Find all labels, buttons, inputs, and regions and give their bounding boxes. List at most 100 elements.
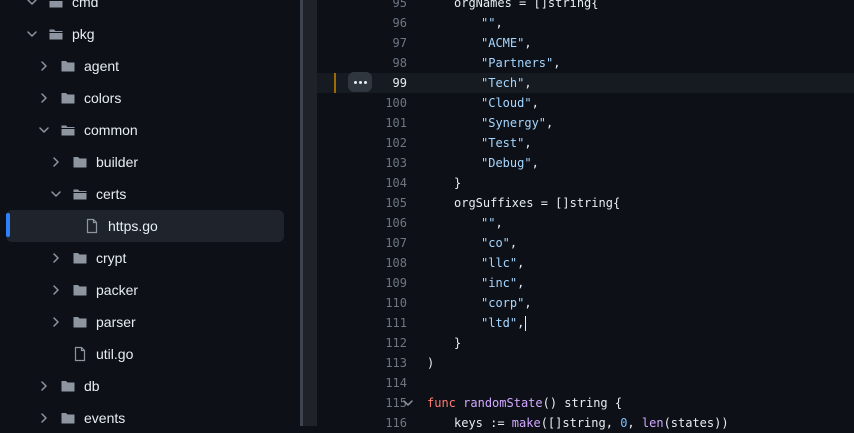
chevron-down-icon[interactable] xyxy=(24,0,40,10)
chevron-right-icon[interactable] xyxy=(36,410,52,426)
fold-chevron-icon[interactable] xyxy=(402,397,414,409)
line-number: 97 xyxy=(392,36,407,50)
code-line[interactable]: 97 "ACME", xyxy=(317,33,854,53)
tree-file-item[interactable]: https.go xyxy=(6,210,284,242)
line-number: 113 xyxy=(385,356,407,370)
code-text: orgSuffixes = []string{ xyxy=(454,196,621,210)
code-line[interactable]: 100 "Cloud", xyxy=(317,93,854,113)
code-line[interactable]: 96 "", xyxy=(317,13,854,33)
tree-item-label: builder xyxy=(96,154,139,170)
code-text: "", xyxy=(481,216,503,230)
line-number: 114 xyxy=(385,376,407,390)
tree-item-label: common xyxy=(84,122,138,138)
tree-item-label: certs xyxy=(96,186,127,202)
chevron-right-icon[interactable] xyxy=(48,282,64,298)
code-line[interactable]: 110 "corp", xyxy=(317,293,854,313)
chevron-down-icon[interactable] xyxy=(48,186,64,202)
tree-folder-item[interactable]: agent xyxy=(0,50,284,82)
file-tree: cmd pkg agent colors common builder certs https… xyxy=(0,0,300,426)
code-line[interactable]: 104} xyxy=(317,173,854,193)
tree-folder-item[interactable]: builder xyxy=(0,146,284,178)
code-line[interactable]: 107 "co", xyxy=(317,233,854,253)
code-text: func randomState() string { xyxy=(427,396,623,410)
file-icon xyxy=(84,218,100,234)
tree-folder-item[interactable]: packer xyxy=(0,274,284,306)
chevron-right-icon[interactable] xyxy=(48,314,64,330)
tree-item-label: https.go xyxy=(108,218,158,234)
folder-icon xyxy=(60,410,76,426)
code-line[interactable]: 99 "Tech", xyxy=(317,73,854,93)
tree-folder-item[interactable]: colors xyxy=(0,82,284,114)
folder-icon xyxy=(60,90,76,106)
line-number: 112 xyxy=(385,336,407,350)
folder-icon xyxy=(60,378,76,394)
editor-gutter-separator xyxy=(303,0,317,426)
chevron-right-icon[interactable] xyxy=(36,378,52,394)
code-text: "ACME", xyxy=(481,36,532,50)
tree-folder-item[interactable]: events xyxy=(0,402,284,426)
code-line[interactable]: 116 keys := make([]string, 0, len(states)… xyxy=(317,413,854,433)
chevron-right-icon[interactable] xyxy=(36,58,52,74)
tree-item-label: db xyxy=(84,378,100,394)
selection-indicator xyxy=(6,213,10,237)
line-actions-button[interactable] xyxy=(348,72,372,92)
tree-folder-item[interactable]: crypt xyxy=(0,242,284,274)
text-caret xyxy=(525,315,527,331)
tree-folder-item[interactable]: cmd xyxy=(0,0,284,18)
code-line[interactable]: 102 "Test", xyxy=(317,133,854,153)
code-text: "ltd", xyxy=(481,315,527,331)
chevron-down-icon[interactable] xyxy=(24,26,40,42)
code-line[interactable]: 106 "", xyxy=(317,213,854,233)
code-line[interactable]: 115 func randomState() string { xyxy=(317,393,854,413)
code-text: "Tech", xyxy=(481,76,532,90)
code-text: orgNames = []string{ xyxy=(454,0,599,10)
file-icon xyxy=(72,346,88,362)
tree-folder-item[interactable]: db xyxy=(0,370,284,402)
folder-icon xyxy=(72,314,88,330)
line-number: 116 xyxy=(385,416,407,430)
tree-file-item[interactable]: util.go xyxy=(0,338,284,370)
code-line[interactable]: 103 "Debug", xyxy=(317,153,854,173)
tree-item-label: crypt xyxy=(96,250,127,266)
code-line[interactable]: 114 xyxy=(317,373,854,393)
code-text: "Cloud", xyxy=(481,96,539,110)
line-number: 98 xyxy=(392,56,407,70)
code-line[interactable]: 111 "ltd", xyxy=(317,313,854,333)
code-text: keys := make([]string, 0, len(states)) xyxy=(454,416,729,430)
tree-item-label: parser xyxy=(96,314,136,330)
line-number: 109 xyxy=(385,276,407,290)
line-number: 107 xyxy=(385,236,407,250)
line-number: 100 xyxy=(385,96,407,110)
code-line[interactable]: 108 "llc", xyxy=(317,253,854,273)
code-text: } xyxy=(454,336,462,350)
line-number: 101 xyxy=(385,116,407,130)
code-line[interactable]: 105 orgSuffixes = []string{ xyxy=(317,193,854,213)
folder-open-icon xyxy=(48,26,64,42)
code-line[interactable]: 112} xyxy=(317,333,854,353)
tree-folder-item[interactable]: common xyxy=(0,114,284,146)
chevron-right-icon[interactable] xyxy=(48,154,64,170)
code-text: "llc", xyxy=(481,256,525,270)
folder-icon xyxy=(60,58,76,74)
code-text: ) xyxy=(427,356,435,370)
code-line[interactable]: 113) xyxy=(317,353,854,373)
code-line[interactable]: 109 "inc", xyxy=(317,273,854,293)
code-line[interactable]: 101 "Synergy", xyxy=(317,113,854,133)
chevron-right-icon[interactable] xyxy=(48,250,64,266)
code-line[interactable]: 98 "Partners", xyxy=(317,53,854,73)
tree-folder-item[interactable]: parser xyxy=(0,306,284,338)
code-line[interactable]: 95 orgNames = []string{ xyxy=(317,0,854,13)
code-text: "Test", xyxy=(481,136,532,150)
tree-folder-item[interactable]: pkg xyxy=(0,18,284,50)
folder-icon xyxy=(72,282,88,298)
folder-open-icon xyxy=(72,186,88,202)
code-text: "co", xyxy=(481,236,518,250)
tree-item-label: cmd xyxy=(72,0,99,10)
tree-folder-item[interactable]: certs xyxy=(0,178,284,210)
chevron-right-icon[interactable] xyxy=(36,90,52,106)
chevron-down-icon[interactable] xyxy=(36,122,52,138)
code-text: "Synergy", xyxy=(481,116,554,130)
code-editor[interactable]: 116 keys := make([]string, 0, len(states)… xyxy=(317,0,854,430)
code-text: } xyxy=(454,176,462,190)
